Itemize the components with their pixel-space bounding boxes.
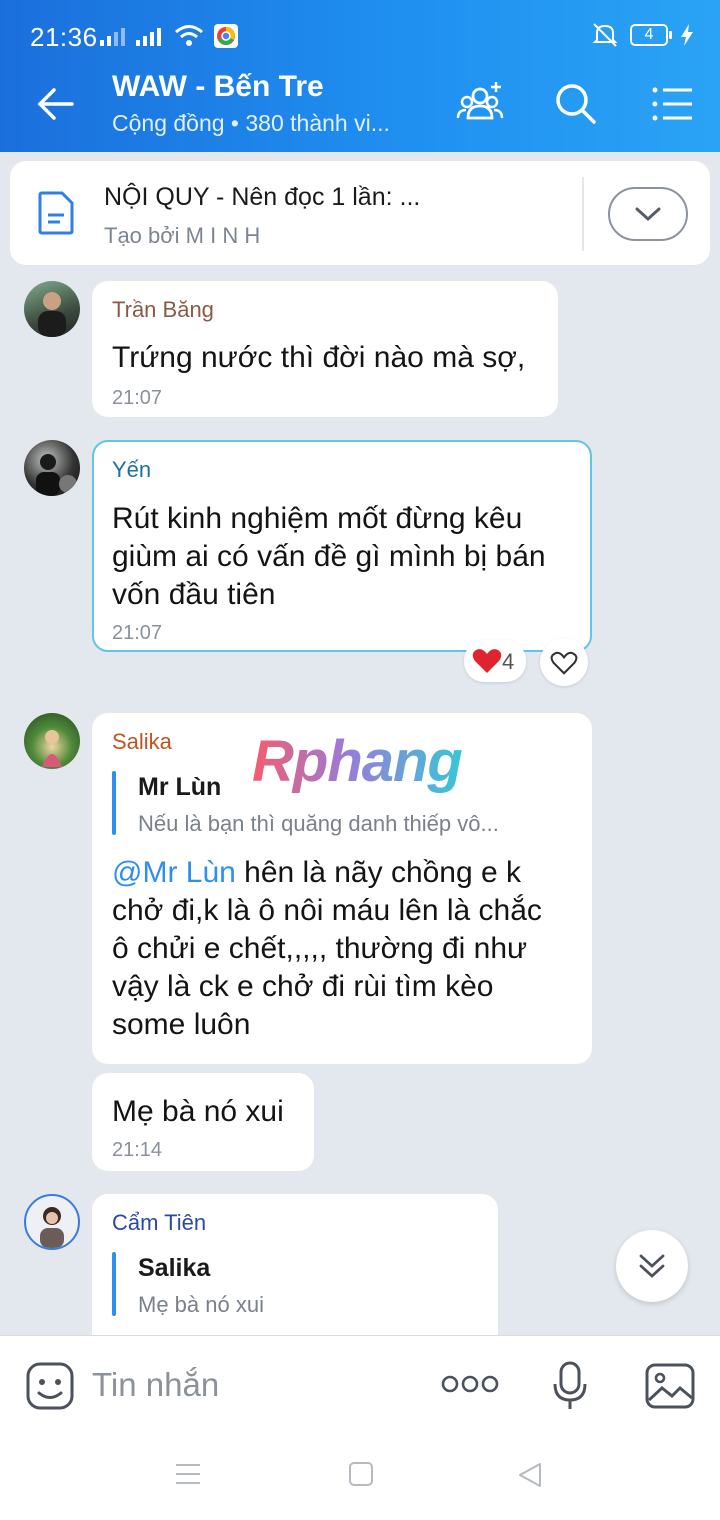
system-navigation-bar	[0, 1435, 720, 1520]
quoted-sender[interactable]: Salika	[138, 1254, 210, 1283]
battery-indicator: 4	[630, 24, 672, 46]
image-icon[interactable]	[644, 1362, 696, 1410]
avatar-photo	[42, 730, 62, 767]
quoted-sender[interactable]: Mr Lùn	[138, 773, 221, 802]
back-arrow-icon[interactable]	[34, 82, 78, 126]
wifi-icon	[175, 25, 203, 46]
message-line: giùm ai có vấn đề gì mình bị bán	[112, 540, 546, 573]
reaction-count-badge[interactable]: 4	[464, 640, 526, 682]
message-line: chở đi,k là ô nôi máu lên là chắc	[112, 894, 542, 927]
message-line: ô chửi e chết,,,,, thường đi như	[112, 932, 528, 965]
pinned-title: NỘI QUY - Nên đọc 1 lần: ...	[104, 183, 421, 211]
message-input-bar: Tin nhắn	[0, 1335, 720, 1435]
charging-icon	[681, 24, 693, 46]
message-line: vậy là ck e chở đi rùi tìm kèo	[112, 970, 494, 1003]
avatar[interactable]	[24, 281, 80, 337]
avatar[interactable]	[24, 440, 80, 496]
avatar[interactable]	[24, 713, 80, 769]
sticker-icon[interactable]	[24, 1360, 76, 1412]
recent-apps-icon[interactable]	[174, 1461, 202, 1487]
sender-name[interactable]: Salika	[112, 729, 172, 755]
message-text: Trứng nước thì đời nào mà sợ,	[112, 341, 526, 374]
sender-name[interactable]: Cẩm Tiên	[112, 1210, 206, 1236]
sender-name[interactable]: Trần Băng	[112, 297, 214, 323]
pinned-message[interactable]: NỘI QUY - Nên đọc 1 lần: ... Tạo bởi M I…	[10, 161, 710, 265]
status-time: 21:36	[30, 22, 98, 52]
group-title[interactable]: WAW - Bến Tre	[112, 70, 324, 104]
add-member-icon[interactable]	[454, 78, 506, 130]
message-text: hên là nãy chồng e k	[235, 856, 522, 889]
message-time: 21:07	[112, 622, 163, 644]
message-line: some luôn	[112, 1008, 251, 1041]
signal-icon	[100, 28, 125, 46]
message-input[interactable]: Tin nhắn	[92, 1366, 219, 1404]
heart-filled-icon	[472, 649, 502, 673]
message-time: 21:14	[112, 1139, 163, 1161]
message-bubble[interactable]: Cẩm Tiên Salika Mẹ bà nó xui	[92, 1194, 498, 1354]
avatar-photo	[36, 454, 77, 496]
avatar-photo	[38, 292, 66, 337]
quote-bar	[112, 1252, 116, 1316]
sender-name[interactable]: Yến	[112, 457, 151, 483]
microphone-icon[interactable]	[550, 1360, 590, 1412]
scroll-to-bottom-button[interactable]	[616, 1230, 688, 1302]
heart-outline-icon	[550, 651, 578, 675]
top-bar: 21:36 4 WAW - Bến Tre Cộng đồng • 380 th…	[0, 0, 720, 152]
back-nav-icon[interactable]	[516, 1461, 544, 1489]
pinned-creator: Tạo bởi M I N H	[104, 223, 261, 248]
message-bubble-highlighted[interactable]: Yến Rút kinh nghiệm mốt đừng kêu giùm ai…	[92, 440, 592, 652]
chrome-icon	[214, 24, 238, 48]
quote-bar	[112, 771, 116, 835]
status-bar: 21:36 4	[0, 0, 720, 56]
message-bubble[interactable]: Mẹ bà nó xui 21:14	[92, 1073, 314, 1171]
group-subtitle[interactable]: Cộng đồng • 380 thành vi...	[112, 110, 390, 137]
message-line: vốn đầu tiên	[112, 578, 276, 611]
reaction-count: 4	[502, 649, 515, 674]
chevron-down-icon	[635, 207, 661, 222]
divider	[582, 177, 584, 251]
react-button[interactable]	[540, 638, 588, 686]
watermark: Rphang	[252, 729, 463, 794]
expand-pinned-button[interactable]	[608, 187, 688, 241]
message-bubble[interactable]: Trần Băng Trứng nước thì đời nào mà sợ, …	[92, 281, 558, 417]
avatar[interactable]	[24, 1194, 80, 1250]
mute-icon	[592, 23, 618, 47]
quoted-text[interactable]: Nếu là bạn thì quăng danh thiếp vô...	[138, 811, 499, 837]
message-line: Rút kinh nghiệm mốt đừng kêu	[112, 502, 523, 535]
document-icon	[38, 191, 74, 235]
message-time: 21:07	[112, 387, 163, 409]
double-chevron-down-icon	[639, 1254, 665, 1278]
avatar-photo	[40, 1207, 64, 1248]
message-text: Mẹ bà nó xui	[112, 1095, 284, 1128]
quoted-text[interactable]: Mẹ bà nó xui	[138, 1292, 264, 1318]
chat-header: WAW - Bến Tre Cộng đồng • 380 thành vi..…	[0, 56, 720, 152]
search-icon[interactable]	[550, 78, 602, 130]
signal-icon	[136, 28, 161, 46]
menu-icon[interactable]	[646, 78, 698, 130]
more-options-icon[interactable]	[440, 1372, 500, 1396]
mention-link[interactable]: @Mr Lùn	[112, 856, 236, 889]
home-icon[interactable]	[348, 1461, 374, 1487]
message-line: @Mr Lùn hên là nãy chồng e k	[112, 854, 521, 892]
